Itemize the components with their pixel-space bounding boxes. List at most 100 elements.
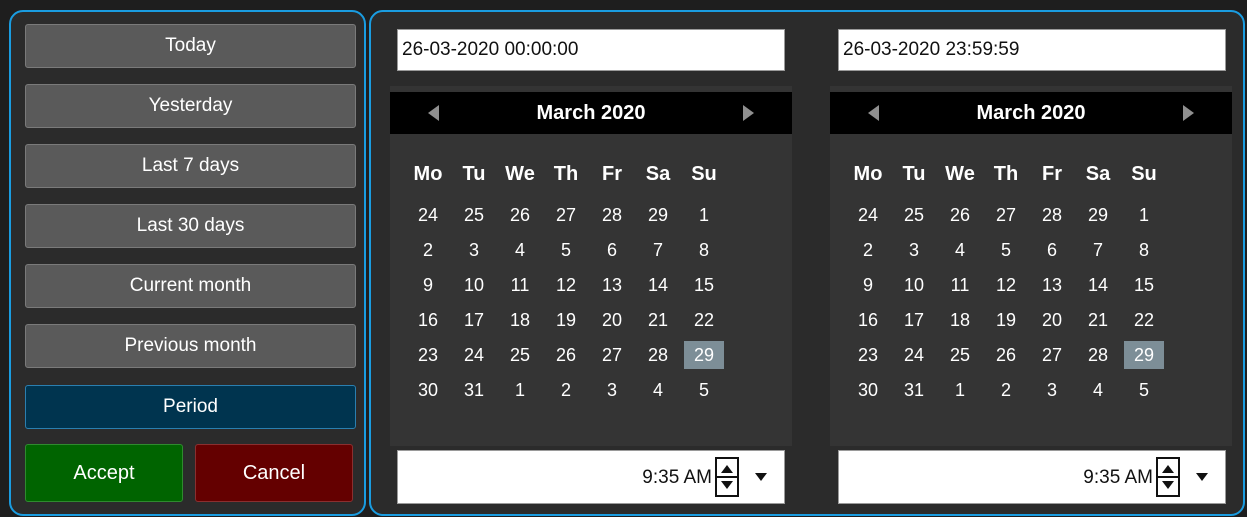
calendar-day[interactable]: 8: [1124, 236, 1164, 264]
calendar-day[interactable]: 23: [848, 341, 888, 369]
calendar-day[interactable]: 20: [1032, 306, 1072, 334]
calendar-day[interactable]: 2: [848, 236, 888, 264]
calendar-day[interactable]: 6: [1032, 236, 1072, 264]
calendar-day[interactable]: 2: [986, 376, 1026, 404]
calendar-day[interactable]: 21: [1078, 306, 1118, 334]
calendar-day[interactable]: 27: [546, 201, 586, 229]
yesterday-button[interactable]: Yesterday: [25, 84, 356, 128]
calendar-day[interactable]: 23: [408, 341, 448, 369]
calendar-day[interactable]: 10: [454, 271, 494, 299]
calendar-day[interactable]: 2: [408, 236, 448, 264]
chevron-down-icon[interactable]: [1196, 473, 1208, 481]
calendar-day[interactable]: 3: [894, 236, 934, 264]
to-time-dropdown[interactable]: [1189, 463, 1215, 491]
calendar-day[interactable]: 1: [1124, 201, 1164, 229]
spin-down-icon[interactable]: [721, 481, 733, 489]
prev-month-icon[interactable]: [428, 105, 439, 121]
selected-day[interactable]: 29: [684, 341, 724, 369]
next-month-icon[interactable]: [743, 105, 754, 121]
calendar-day[interactable]: 15: [1124, 271, 1164, 299]
calendar-day[interactable]: 5: [546, 236, 586, 264]
calendar-day[interactable]: 10: [894, 271, 934, 299]
last-30-days-button[interactable]: Last 30 days: [25, 204, 356, 248]
calendar-day[interactable]: 27: [592, 341, 632, 369]
calendar-day[interactable]: 14: [1078, 271, 1118, 299]
calendar-day[interactable]: 22: [684, 306, 724, 334]
from-time-dropdown[interactable]: [748, 463, 774, 491]
from-datetime-input[interactable]: 26-03-2020 00:00:00: [397, 29, 785, 71]
calendar-day[interactable]: 1: [500, 376, 540, 404]
up-down-spinner-icon[interactable]: [715, 457, 739, 497]
calendar-day[interactable]: 25: [940, 341, 980, 369]
calendar-day[interactable]: 1: [940, 376, 980, 404]
to-time-field[interactable]: 9:35 AM: [838, 450, 1226, 504]
last-7-days-button[interactable]: Last 7 days: [25, 144, 356, 188]
cancel-button[interactable]: Cancel: [195, 444, 353, 502]
calendar-day[interactable]: 5: [684, 376, 724, 404]
calendar-day[interactable]: 16: [408, 306, 448, 334]
calendar-day[interactable]: 5: [986, 236, 1026, 264]
calendar-day[interactable]: 20: [592, 306, 632, 334]
calendar-day[interactable]: 9: [408, 271, 448, 299]
calendar-day[interactable]: 7: [1078, 236, 1118, 264]
calendar-day[interactable]: 26: [500, 201, 540, 229]
calendar-day[interactable]: 8: [684, 236, 724, 264]
calendar-day[interactable]: 24: [454, 341, 494, 369]
calendar-day[interactable]: 3: [592, 376, 632, 404]
calendar-day[interactable]: 2: [546, 376, 586, 404]
calendar-day[interactable]: 18: [940, 306, 980, 334]
today-button[interactable]: Today: [25, 24, 356, 68]
calendar-day[interactable]: 21: [638, 306, 678, 334]
spin-down-icon[interactable]: [1162, 481, 1174, 489]
calendar-day[interactable]: 26: [940, 201, 980, 229]
calendar-day[interactable]: 24: [894, 341, 934, 369]
calendar-day[interactable]: 3: [1032, 376, 1072, 404]
spin-up-icon[interactable]: [721, 465, 733, 473]
calendar-day[interactable]: 28: [1078, 341, 1118, 369]
calendar-day[interactable]: 13: [1032, 271, 1072, 299]
prev-month-icon[interactable]: [868, 105, 879, 121]
calendar-day[interactable]: 18: [500, 306, 540, 334]
calendar-day[interactable]: 24: [848, 201, 888, 229]
current-month-button[interactable]: Current month: [25, 264, 356, 308]
calendar-day[interactable]: 27: [1032, 341, 1072, 369]
calendar-day[interactable]: 26: [986, 341, 1026, 369]
calendar-day[interactable]: 1: [684, 201, 724, 229]
to-datetime-input[interactable]: 26-03-2020 23:59:59: [838, 29, 1226, 71]
calendar-day[interactable]: 19: [546, 306, 586, 334]
calendar-day[interactable]: 5: [1124, 376, 1164, 404]
calendar-day[interactable]: 12: [986, 271, 1026, 299]
calendar-day[interactable]: 25: [894, 201, 934, 229]
calendar-day[interactable]: 28: [638, 341, 678, 369]
calendar-day[interactable]: 7: [638, 236, 678, 264]
calendar-day[interactable]: 6: [592, 236, 632, 264]
calendar-day[interactable]: 25: [454, 201, 494, 229]
calendar-day[interactable]: 15: [684, 271, 724, 299]
calendar-day[interactable]: 4: [1078, 376, 1118, 404]
calendar-day[interactable]: 30: [408, 376, 448, 404]
chevron-down-icon[interactable]: [755, 473, 767, 481]
spin-up-icon[interactable]: [1162, 465, 1174, 473]
previous-month-button[interactable]: Previous month: [25, 324, 356, 368]
from-time-value[interactable]: 9:35 AM: [642, 451, 712, 505]
to-time-value[interactable]: 9:35 AM: [1083, 451, 1153, 505]
accept-button[interactable]: Accept: [25, 444, 183, 502]
calendar-day[interactable]: 30: [848, 376, 888, 404]
calendar-day[interactable]: 17: [894, 306, 934, 334]
calendar-day[interactable]: 16: [848, 306, 888, 334]
calendar-day[interactable]: 19: [986, 306, 1026, 334]
calendar-day[interactable]: 31: [454, 376, 494, 404]
calendar-day[interactable]: 31: [894, 376, 934, 404]
calendar-day[interactable]: 24: [408, 201, 448, 229]
calendar-day[interactable]: 29: [638, 201, 678, 229]
calendar-day[interactable]: 4: [500, 236, 540, 264]
calendar-day[interactable]: 4: [940, 236, 980, 264]
from-month-label[interactable]: March 2020: [537, 102, 646, 125]
calendar-day[interactable]: 28: [1032, 201, 1072, 229]
calendar-day[interactable]: 17: [454, 306, 494, 334]
calendar-day[interactable]: 22: [1124, 306, 1164, 334]
calendar-day[interactable]: 14: [638, 271, 678, 299]
calendar-day[interactable]: 9: [848, 271, 888, 299]
calendar-day[interactable]: 11: [940, 271, 980, 299]
calendar-day[interactable]: 3: [454, 236, 494, 264]
